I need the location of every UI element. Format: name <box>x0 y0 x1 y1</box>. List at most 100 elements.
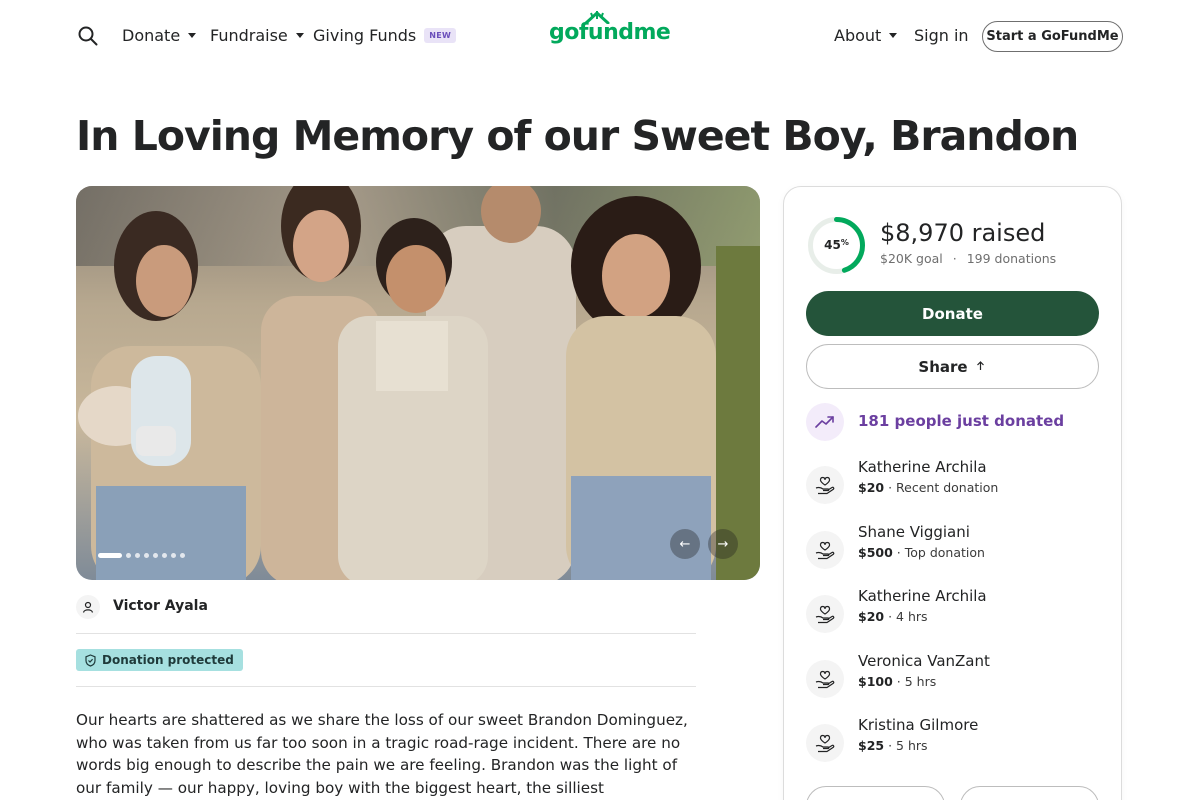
chevron-down-icon <box>889 33 898 38</box>
pager-dot[interactable] <box>126 553 131 558</box>
arrow-right-icon: → <box>717 536 729 552</box>
donation-meta: $500 · Top donation <box>858 545 985 560</box>
shield-icon <box>85 653 96 667</box>
separator: · <box>896 545 901 560</box>
nav-sign-in[interactable]: Sign in <box>914 26 969 45</box>
nav-giving-funds-label: Giving Funds <box>313 26 417 45</box>
donation-row: Katherine Archila $20 · 4 hrs <box>806 587 1106 635</box>
donation-detail: Top donation <box>904 545 985 560</box>
donation-protected-label: Donation protected <box>102 653 234 667</box>
see-all-button[interactable] <box>806 786 945 800</box>
donation-detail: 5 hrs <box>896 738 928 753</box>
new-badge: NEW <box>424 28 457 43</box>
separator: · <box>888 738 893 753</box>
donation-count[interactable]: 199 donations <box>967 251 1056 266</box>
pager-dot[interactable] <box>144 553 149 558</box>
donation-amount: $500 <box>858 545 893 560</box>
progress-percent-value: 45 <box>824 238 841 252</box>
donation-hand-icon <box>806 466 844 504</box>
page-title: In Loving Memory of our Sweet Boy, Brand… <box>76 112 1079 160</box>
donation-row: Veronica VanZant $100 · 5 hrs <box>806 652 1106 700</box>
divider <box>76 633 696 634</box>
family-photo-illustration <box>78 186 760 580</box>
divider <box>76 686 696 687</box>
pager-dot[interactable] <box>180 553 185 558</box>
nav-fundraise-label: Fundraise <box>210 26 288 45</box>
gofundme-logo[interactable]: gofundme <box>549 20 671 45</box>
nav-sign-in-label: Sign in <box>914 26 969 45</box>
donation-row: Kristina Gilmore $25 · 5 hrs <box>806 716 1106 764</box>
pager-dot[interactable] <box>162 553 167 558</box>
trending-up-icon <box>815 416 834 428</box>
donation-meta: $25 · 5 hrs <box>858 738 928 753</box>
pager-dot[interactable] <box>171 553 176 558</box>
donation-amount: $20 <box>858 609 885 624</box>
goal-amount: $20K goal <box>880 251 943 266</box>
chevron-down-icon <box>295 33 304 38</box>
previous-photo-button[interactable]: ← <box>670 529 700 559</box>
campaign-photo[interactable]: ← → <box>76 186 760 580</box>
nav-donate[interactable]: Donate <box>122 26 197 45</box>
user-icon <box>82 601 94 613</box>
donation-detail: 5 hrs <box>904 674 937 689</box>
separator: · <box>888 480 893 495</box>
heart-hand-icon <box>815 734 835 753</box>
organizer-avatar <box>76 595 100 619</box>
share-button-label: Share <box>918 357 968 376</box>
donation-meta: $20 · 4 hrs <box>858 609 928 624</box>
donor-name: Katherine Archila <box>858 458 987 476</box>
heart-hand-icon <box>815 476 835 495</box>
start-gofundme-button[interactable]: Start a GoFundMe <box>982 21 1123 52</box>
donation-amount: $100 <box>858 674 893 689</box>
separator: · <box>896 674 901 689</box>
heart-hand-icon <box>815 605 835 624</box>
nav-fundraise[interactable]: Fundraise <box>210 26 304 45</box>
organizer-name[interactable]: Victor Ayala <box>113 598 208 614</box>
amount-raised: $8,970 raised <box>880 219 1046 247</box>
donation-meta: $100 · 5 hrs <box>858 674 936 689</box>
next-photo-button[interactable]: → <box>708 529 738 559</box>
photo-pager <box>98 553 185 558</box>
donation-amount: $25 <box>858 738 885 753</box>
site-header: Donate Fundraise Giving Funds NEW gofund… <box>0 0 1200 72</box>
see-top-button[interactable] <box>960 786 1099 800</box>
donation-row: Shane Viggiani $500 · Top donation <box>806 523 1106 571</box>
donor-name: Shane Viggiani <box>858 523 970 541</box>
share-button[interactable]: Share <box>806 344 1099 389</box>
donor-name: Kristina Gilmore <box>858 716 979 734</box>
donation-detail: Recent donation <box>896 480 999 495</box>
donation-hand-icon <box>806 531 844 569</box>
pager-dot[interactable] <box>98 553 122 558</box>
separator: · <box>952 251 957 266</box>
donation-amount: $20 <box>858 480 885 495</box>
pager-dot[interactable] <box>153 553 158 558</box>
nav-about-label: About <box>834 26 882 45</box>
nav-about[interactable]: About <box>834 26 898 45</box>
donation-protected-badge[interactable]: Donation protected <box>76 649 243 671</box>
progress-percent: 45% <box>806 238 867 252</box>
donation-hand-icon <box>806 595 844 633</box>
donation-meta: $20 · Recent donation <box>858 480 998 495</box>
separator: · <box>888 609 893 624</box>
progress-percent-sign: % <box>840 238 849 247</box>
donor-name: Katherine Archila <box>858 587 987 605</box>
arrow-left-icon: ← <box>679 536 691 552</box>
campaign-story: Our hearts are shattered as we share the… <box>76 711 688 797</box>
nav-giving-funds[interactable]: Giving Funds NEW <box>313 26 457 45</box>
donation-hand-icon <box>806 724 844 762</box>
recent-donors-count: 181 people just donated <box>858 412 1065 430</box>
pager-dot[interactable] <box>135 553 140 558</box>
goal-line: $20K goal · 199 donations <box>880 251 1056 266</box>
share-icon <box>976 361 984 370</box>
donation-detail: 4 hrs <box>896 609 928 624</box>
heart-hand-icon <box>815 670 835 689</box>
donor-name: Veronica VanZant <box>858 652 990 670</box>
donation-hand-icon <box>806 660 844 698</box>
search-icon[interactable] <box>78 26 98 46</box>
donate-button[interactable]: Donate <box>806 291 1099 336</box>
chevron-down-icon <box>188 33 197 38</box>
nav-donate-label: Donate <box>122 26 181 45</box>
trend-badge <box>806 403 844 441</box>
heart-hand-icon <box>815 541 835 560</box>
donation-row: Katherine Archila $20 · Recent donation <box>806 458 1106 506</box>
